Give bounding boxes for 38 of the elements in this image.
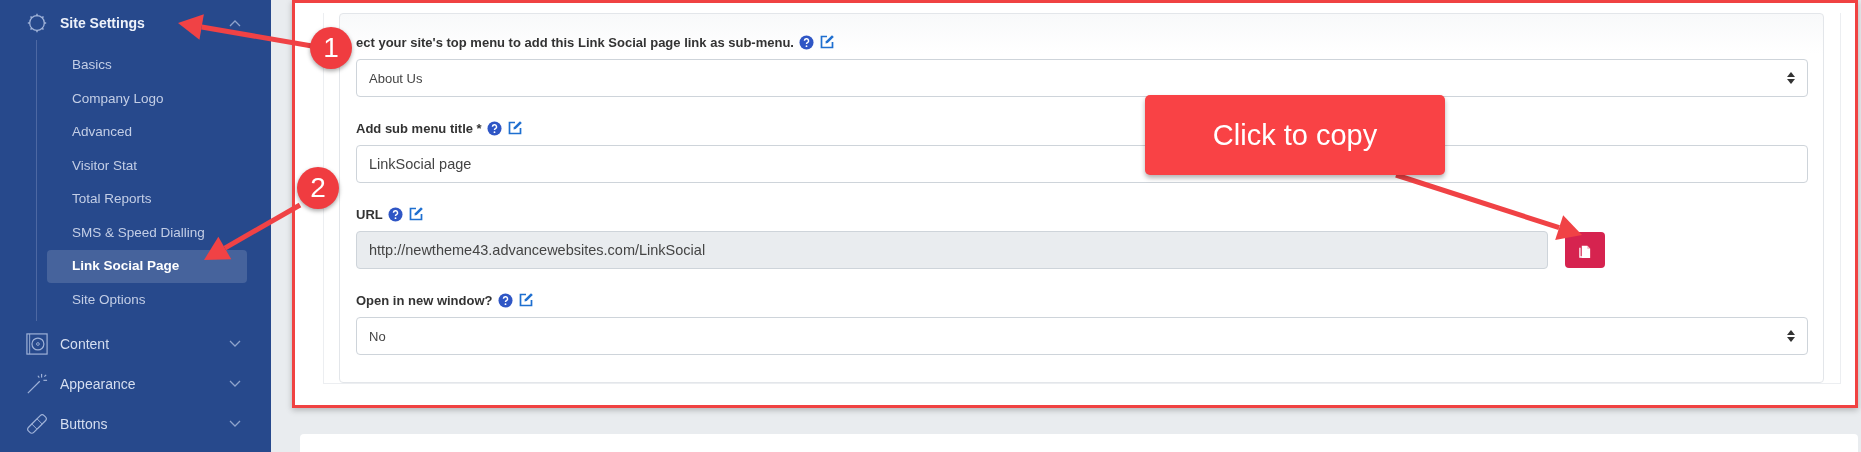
sort-caret-icon	[1787, 330, 1795, 342]
sidebar-subitem[interactable]: Link Social Page	[47, 250, 247, 283]
gear-icon	[26, 12, 48, 34]
field-label: URL	[356, 206, 383, 222]
sidebar-subitem[interactable]: Visitor Stat	[47, 149, 247, 182]
sidebar-subitem[interactable]: Company Logo	[47, 82, 247, 115]
help-icon[interactable]	[798, 34, 814, 50]
chevron-icon	[229, 340, 241, 348]
sidebar-subitem[interactable]: Advanced	[47, 116, 247, 149]
copy-button[interactable]	[1565, 232, 1605, 268]
field-label: ect your site's top menu to add this Link Social page link as sub-menu.	[356, 34, 794, 50]
chevron-icon	[229, 380, 241, 388]
chevron-icon	[229, 19, 241, 27]
sidebar-item[interactable]: Buttons	[0, 407, 271, 441]
help-icon[interactable]	[387, 206, 403, 222]
dropdown[interactable]: No	[356, 317, 1808, 355]
field-label: Add sub menu title *	[356, 120, 482, 136]
sidebar-item[interactable]: Content	[0, 327, 271, 361]
sidebar-item[interactable]: Site Settings	[0, 6, 271, 40]
sidebar-subitem[interactable]: Basics	[47, 49, 247, 82]
sidebar-item[interactable]: Appearance	[0, 367, 271, 401]
edit-icon[interactable]	[818, 34, 835, 50]
help-icon[interactable]	[486, 120, 502, 136]
input-field[interactable]: http://newtheme43.advancewebsites.com/LinkSocial	[356, 231, 1548, 269]
chevron-icon	[229, 420, 241, 428]
bandage-icon	[26, 413, 48, 435]
edit-icon[interactable]	[506, 120, 523, 136]
callout-label: Click to copy	[1145, 95, 1445, 175]
magic-wand-icon	[26, 373, 48, 395]
sort-caret-icon	[1787, 72, 1795, 84]
edit-icon[interactable]	[517, 292, 534, 308]
sidebar-subitem[interactable]: Total Reports	[47, 183, 247, 216]
help-icon[interactable]	[497, 292, 513, 308]
dropdown[interactable]: About Us	[356, 59, 1808, 97]
sidebar-subitem[interactable]: Site Options	[47, 283, 247, 316]
field-label: Open in new window?	[356, 292, 493, 308]
sidebar-subitem[interactable]: SMS & Speed Dialling	[47, 216, 247, 249]
edit-icon[interactable]	[407, 206, 424, 222]
